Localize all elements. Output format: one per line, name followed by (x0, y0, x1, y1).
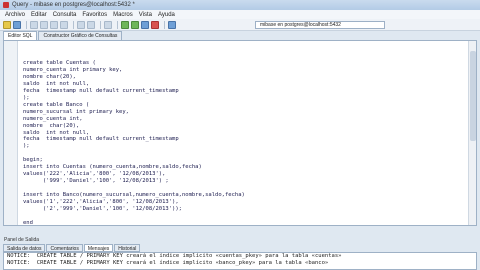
menu-consulta[interactable]: Consulta (53, 12, 77, 18)
code-line: create table Banco ( (23, 101, 90, 108)
code-line: ('2','999','Daniel','100', '12/08/2013')… (23, 206, 182, 213)
menu-vista[interactable]: Vista (139, 12, 152, 18)
code-line: begin; (23, 157, 43, 164)
toolbar-separator (100, 20, 101, 29)
code-line: numero_sucursal int primary key, (23, 108, 129, 115)
clear-icon[interactable] (60, 20, 68, 29)
menu-ayuda[interactable]: Ayuda (158, 12, 175, 18)
undo-icon[interactable] (77, 20, 85, 29)
help-icon[interactable] (168, 20, 176, 29)
toolbar-separator (164, 20, 165, 29)
code-line: nombre char(20), (23, 122, 80, 129)
pgadmin-app-icon (3, 2, 9, 8)
code-line: fecha timestamp null default current_tim… (23, 136, 179, 143)
paste-icon[interactable] (50, 20, 58, 29)
toolbar-separator (73, 20, 74, 29)
menu-editar[interactable]: Editar (31, 12, 47, 18)
menu-archivo[interactable]: Archivo (5, 12, 25, 18)
tab-data-output[interactable]: Salida de datos (3, 244, 46, 252)
code-line: fecha timestamp null default current_tim… (23, 87, 179, 94)
menu-bar: Archivo Editar Consulta Favoritos Macros… (0, 10, 480, 19)
code-line: create table Cuentas ( (23, 60, 96, 66)
code-line: end (23, 219, 33, 226)
code-line: saldo int not null, (23, 80, 90, 87)
vertical-scrollbar[interactable] (468, 41, 476, 225)
toolbar (0, 19, 480, 31)
scrollbar-thumb[interactable] (470, 51, 476, 141)
code-line: numero_cuenta int primary key, (23, 66, 123, 73)
menu-macros[interactable]: Macros (113, 12, 133, 18)
open-icon[interactable] (3, 20, 11, 29)
tab-editor-sql[interactable]: Editor SQL (3, 31, 38, 40)
toolbar-separator (117, 20, 118, 29)
sql-code[interactable]: create table Cuentas (numero_cuenta int … (23, 60, 245, 226)
execute-pgscript-icon[interactable] (131, 20, 139, 29)
code-line: values('222','Alicia','800', '12/08/2013… (23, 171, 166, 178)
code-line: values('1','222','Alicia','800', '12/08/… (23, 199, 179, 206)
save-icon[interactable] (13, 20, 21, 29)
output-tabs: Salida de datos Comentarios Mensajes His… (3, 244, 141, 252)
sql-editor[interactable]: create table Cuentas (numero_cuenta int … (3, 40, 477, 226)
title-bar: Query - mibase en postgres@localhost:543… (0, 0, 480, 10)
code-line: nombre char(20), (23, 73, 76, 80)
output-panel-title: Panel de Salida (0, 236, 480, 244)
database-connection-select[interactable]: mibase en postgres@localhost:5432 (255, 21, 385, 29)
find-icon[interactable] (104, 20, 112, 29)
editor-tabs: Editor SQL Constructor Gráfico de Consul… (3, 31, 123, 40)
code-line: ); (23, 143, 30, 150)
code-line: saldo int not null, (23, 129, 90, 136)
line-number-gutter (4, 41, 18, 225)
tab-history[interactable]: Historial (114, 244, 141, 252)
menu-favoritos[interactable]: Favoritos (82, 12, 107, 18)
toolbar-separator (26, 20, 27, 29)
explain-icon[interactable] (141, 20, 149, 29)
copy-icon[interactable] (40, 20, 48, 29)
tab-graphical-query-builder[interactable]: Constructor Gráfico de Consultas (38, 31, 123, 40)
code-line: ('999','Daniel','100', '12/08/2013') ; (23, 178, 169, 185)
code-line: ); (23, 94, 30, 101)
window-title: Query - mibase en postgres@localhost:543… (12, 2, 135, 8)
tab-messages[interactable]: Mensajes (83, 244, 114, 252)
stop-icon[interactable] (151, 20, 159, 29)
cut-icon[interactable] (30, 20, 38, 29)
message-line: NOTICE: CREATE TABLE / PRIMARY KEY crear… (7, 260, 329, 267)
code-line: insert into Banco(numero_sucursal,numero… (23, 192, 245, 199)
code-line: insert into Cuentas (numero_cuenta,nombr… (23, 164, 202, 171)
execute-icon[interactable] (121, 20, 129, 29)
tab-explain[interactable]: Comentarios (46, 244, 83, 252)
messages-output: NOTICE: CREATE TABLE / PRIMARY KEY crear… (3, 252, 477, 270)
redo-icon[interactable] (87, 20, 95, 29)
code-line: numero_cuenta int, (23, 115, 83, 122)
